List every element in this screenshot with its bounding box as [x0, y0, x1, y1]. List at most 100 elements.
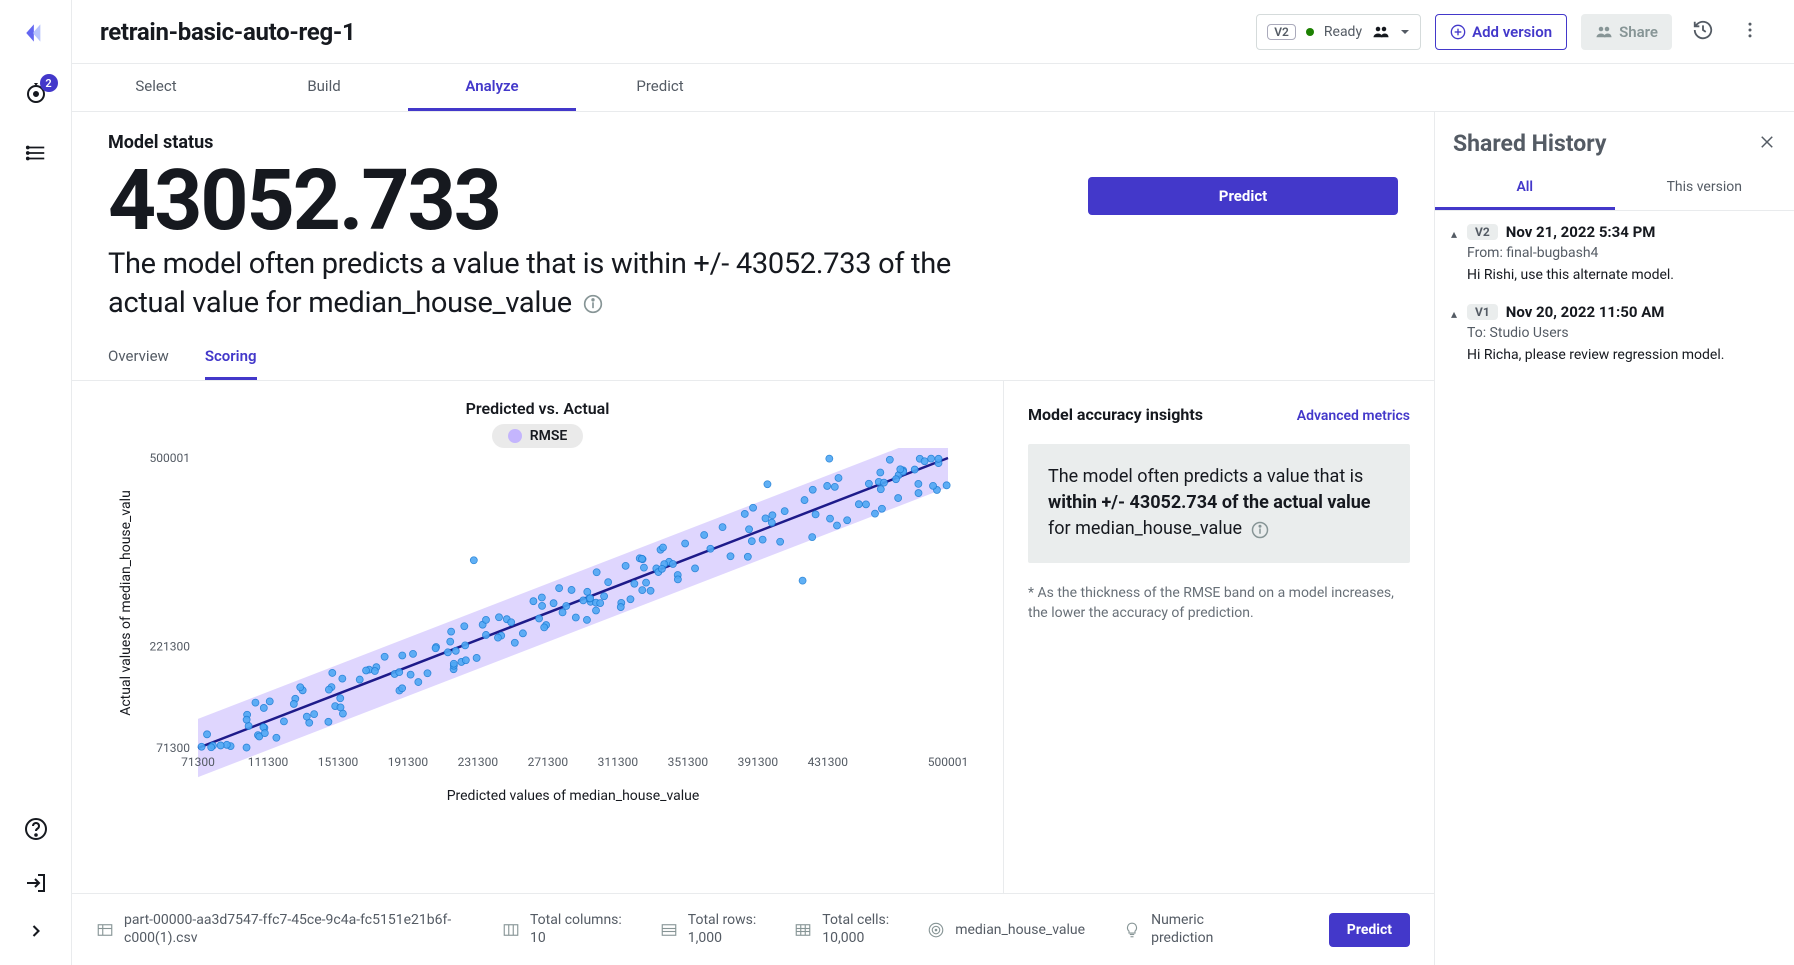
svg-text:221300: 221300 [149, 640, 190, 654]
svg-text:111300: 111300 [247, 755, 288, 769]
tab-build[interactable]: Build [240, 64, 408, 111]
logo-icon[interactable] [23, 20, 49, 50]
history-list: ▴ V2 Nov 21, 2022 5:34 PM From: final-bug… [1435, 211, 1794, 375]
people-icon [1372, 23, 1390, 41]
rows-icon [660, 921, 678, 939]
model-status-label: Model status [108, 132, 1398, 153]
scatter-chart: 71300 221300 500001 71300 111300 151300 191300… [108, 448, 968, 808]
close-icon [1758, 133, 1776, 151]
svg-text:500001: 500001 [927, 755, 967, 769]
close-history-button[interactable] [1758, 133, 1776, 155]
insights-note: * As the thickness of the RMSE band on a… [1028, 583, 1410, 624]
legend-label: RMSE [530, 428, 568, 444]
people-icon [1595, 23, 1613, 41]
more-icon-button[interactable] [1734, 14, 1766, 50]
logout-icon[interactable] [24, 871, 48, 899]
analyze-subtabs: Overview Scoring [108, 347, 1398, 380]
history-tab-this-version[interactable]: This version [1615, 167, 1794, 210]
tab-predict[interactable]: Predict [576, 64, 744, 111]
help-icon[interactable] [24, 817, 48, 845]
history-tab-all[interactable]: All [1435, 167, 1615, 210]
svg-text:271300: 271300 [527, 755, 568, 769]
insights-pane: Model accuracy insights Advanced metrics… [1004, 381, 1434, 893]
history-icon-button[interactable] [1686, 13, 1720, 51]
svg-text:151300: 151300 [317, 755, 358, 769]
history-date: Nov 20, 2022 11:50 AM [1506, 303, 1665, 321]
chevron-up-icon[interactable]: ▴ [1451, 227, 1457, 283]
tab-analyze[interactable]: Analyze [408, 64, 576, 111]
svg-text:500001: 500001 [149, 451, 189, 465]
chart-title: Predicted vs. Actual [92, 399, 983, 418]
history-meta: To: Studio Users [1467, 325, 1778, 341]
history-message: Hi Rishi, use this alternate model. [1467, 267, 1778, 283]
svg-text:231300: 231300 [457, 755, 498, 769]
plus-circle-icon [1450, 24, 1466, 40]
insights-box: The model often predicts a value that is… [1028, 444, 1410, 562]
info-icon[interactable] [1251, 521, 1269, 539]
history-meta: From: final-bugbash4 [1467, 245, 1778, 261]
model-status-description: The model often predicts a value that is… [108, 245, 958, 323]
history-tabs: All This version [1435, 167, 1794, 211]
svg-text:311300: 311300 [597, 755, 638, 769]
chevron-down-icon [1400, 27, 1410, 37]
bulb-icon [1123, 921, 1141, 939]
footer-file: part-00000-aa3d7547-ffc7-45ce-9c4a-fc515… [96, 912, 464, 947]
version-selector[interactable]: V2 Ready [1256, 14, 1421, 50]
add-version-button[interactable]: Add version [1435, 14, 1567, 50]
history-message: Hi Richa, please review regression model… [1467, 347, 1778, 363]
shared-history-panel: Shared History All This version ▴ V2 Nov … [1434, 112, 1794, 965]
legend-dot-icon [508, 429, 522, 443]
footer-predict-button[interactable]: Predict [1329, 913, 1410, 947]
svg-text:351300: 351300 [667, 755, 708, 769]
primary-tabs: Select Build Analyze Predict [72, 64, 1794, 112]
footer-columns: Total columns:10 [502, 912, 622, 947]
expand-sidebar-icon[interactable] [26, 921, 46, 945]
history-item[interactable]: ▴ V2 Nov 21, 2022 5:34 PM From: final-bug… [1451, 223, 1778, 283]
footer-target: median_house_value [927, 921, 1085, 939]
history-version-pill: V2 [1467, 224, 1498, 240]
predict-button[interactable]: Predict [1088, 177, 1398, 215]
history-version-pill: V1 [1467, 304, 1498, 320]
share-button: Share [1581, 14, 1672, 50]
notification-badge: 2 [40, 74, 58, 92]
cells-icon [794, 921, 812, 939]
footer-cells: Total cells:10,000 [794, 912, 889, 947]
main-area: retrain-basic-auto-reg-1 V2 Ready Add ve… [72, 0, 1794, 965]
table-icon [96, 921, 114, 939]
status-dot-icon [1306, 28, 1314, 36]
footer-prediction-type: Numericprediction [1123, 912, 1213, 947]
add-version-label: Add version [1472, 23, 1552, 41]
history-icon [1692, 19, 1714, 41]
insights-title: Model accuracy insights [1028, 405, 1203, 424]
model-status-value: 43052.733 [108, 159, 1048, 243]
history-title: Shared History [1453, 130, 1606, 157]
svg-text:71300: 71300 [181, 755, 215, 769]
subtab-scoring[interactable]: Scoring [205, 347, 257, 380]
svg-text:Predicted values of median_hou: Predicted values of median_house_value [446, 788, 699, 804]
page-title: retrain-basic-auto-reg-1 [100, 18, 1240, 46]
info-icon[interactable] [583, 294, 603, 314]
version-badge: V2 [1267, 24, 1296, 40]
history-item[interactable]: ▴ V1 Nov 20, 2022 11:50 AM To: Studio Use… [1451, 303, 1778, 363]
svg-text:391300: 391300 [737, 755, 778, 769]
columns-icon [502, 921, 520, 939]
subtab-overview[interactable]: Overview [108, 347, 169, 380]
topbar: retrain-basic-auto-reg-1 V2 Ready Add ve… [72, 0, 1794, 64]
share-label: Share [1619, 23, 1658, 41]
more-vertical-icon [1740, 20, 1760, 40]
chart-pane: Predicted vs. Actual RMSE 71300 221300 500… [72, 381, 1004, 893]
svg-text:191300: 191300 [387, 755, 428, 769]
sidebar-nav-icon[interactable]: 2 [24, 82, 48, 110]
legend-rmse[interactable]: RMSE [492, 424, 584, 448]
advanced-metrics-link[interactable]: Advanced metrics [1297, 408, 1410, 424]
history-date: Nov 21, 2022 5:34 PM [1506, 223, 1656, 241]
chevron-up-icon[interactable]: ▴ [1451, 307, 1457, 363]
footer-bar: part-00000-aa3d7547-ffc7-45ce-9c4a-fc515… [72, 893, 1434, 965]
tab-select[interactable]: Select [72, 64, 240, 111]
svg-text:431300: 431300 [807, 755, 848, 769]
svg-text:71300: 71300 [156, 741, 190, 755]
status-text: Ready [1324, 24, 1362, 40]
svg-text:Actual values of median_house_: Actual values of median_house_valu [118, 490, 134, 716]
list-icon[interactable] [25, 142, 47, 168]
target-icon [927, 921, 945, 939]
